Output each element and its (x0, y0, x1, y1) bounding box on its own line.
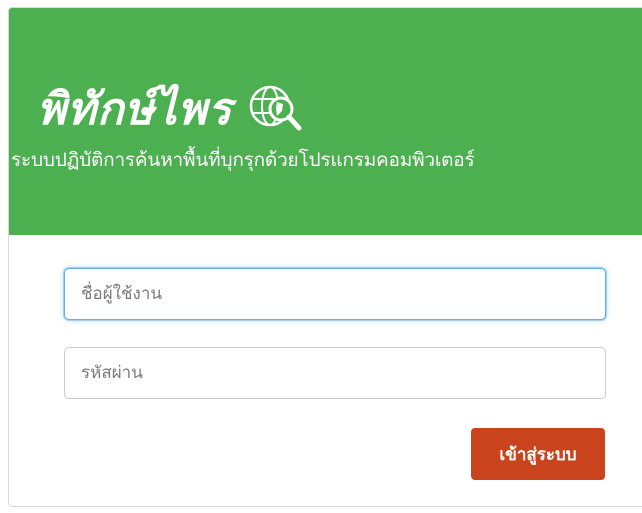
brand-row: พิทักษ์ไพร (37, 68, 302, 138)
app-title: พิทักษ์ไพร (37, 84, 233, 135)
login-panel: พิทักษ์ไพร ระบบปฏิบัติการค้นหาพื้นที่บุก… (8, 7, 642, 507)
password-input[interactable] (64, 347, 606, 399)
globe-magnifier-icon (250, 85, 302, 131)
login-form: เข้าสู่ระบบ (9, 235, 642, 506)
header-banner: พิทักษ์ไพร ระบบปฏิบัติการค้นหาพื้นที่บุก… (9, 8, 642, 235)
app-subtitle: ระบบปฏิบัติการค้นหาพื้นที่บุกรุกด้วยโปรแ… (11, 149, 475, 171)
username-input[interactable] (64, 268, 606, 320)
login-button[interactable]: เข้าสู่ระบบ (471, 428, 605, 480)
